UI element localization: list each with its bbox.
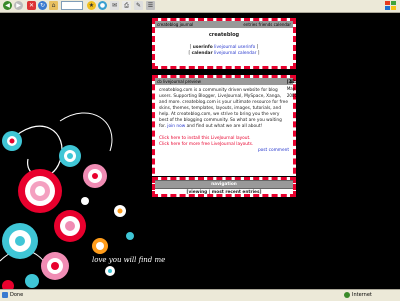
back-icon[interactable]: ◀ [3, 1, 12, 10]
page-done-icon [2, 292, 8, 298]
flower-orange-1 [92, 238, 108, 254]
flower-pink-1 [83, 164, 107, 188]
globe-icon [344, 292, 350, 298]
navigation-links[interactable]: [viewing | most recent entries] [155, 189, 293, 198]
flower-cyan-2 [59, 145, 81, 167]
navigation-header: navigation [155, 180, 293, 189]
flower-red-1 [18, 169, 62, 213]
journal-header-module: createblog journal entries friends calen… [151, 17, 297, 70]
mail-icon[interactable]: ⎙ [122, 1, 131, 10]
post-comment-link[interactable]: post comment [159, 148, 289, 154]
entry-paragraph-end: and find out what we are all about! [186, 124, 263, 129]
history-icon[interactable]: ✉ [110, 1, 119, 10]
entry-body: createblog.com is a community driven web… [155, 85, 293, 156]
browser-toolbar: ◀ ▶ ✕ ↻ ⌂ ★ ● ✉ ⎙ ✎ ☰ [0, 0, 400, 13]
flower-pink-2 [41, 252, 69, 280]
status-bar: Done Internet [0, 289, 400, 301]
module-body: createblog [ userinfo livejournal userin… [155, 28, 293, 59]
zone-text: Internet [352, 292, 372, 298]
page-content: createblog journal entries friends calen… [0, 13, 400, 289]
module-header: createblog journal entries friends calen… [155, 21, 293, 28]
entry-header: cb livejournal preview [29 May 2005 | 12… [155, 78, 310, 98]
address-bar[interactable] [61, 1, 83, 10]
entry-time: 12:31am [289, 79, 310, 84]
journal-name: createblog journal [157, 22, 194, 27]
entry-timestamp: [29 May 2005 | 12:31am] [286, 79, 310, 98]
stop-icon[interactable]: ✕ [27, 1, 36, 10]
journal-nav-links[interactable]: entries friends calendar [243, 21, 291, 28]
flower-cyan-1 [2, 131, 22, 151]
userinfo-label: userinfo [192, 45, 213, 50]
navigation-module: navigation [viewing | most recent entrie… [151, 176, 297, 198]
search-icon[interactable]: ★ [87, 1, 96, 10]
flower-cyan-3 [2, 223, 38, 259]
forward-icon[interactable]: ▶ [14, 1, 23, 10]
calendar-link[interactable]: livejournal calendar [214, 51, 256, 56]
home-icon[interactable]: ⌂ [49, 1, 58, 10]
userinfo-link[interactable]: livejournal userinfo [214, 45, 255, 50]
refresh-icon[interactable]: ↻ [38, 1, 47, 10]
calendar-label: calendar [191, 51, 213, 56]
entry-paragraph: createblog.com is a community driven web… [159, 88, 288, 129]
edit-icon[interactable]: ☰ [146, 1, 155, 10]
flower-red-2 [54, 210, 86, 242]
join-now-link[interactable]: join now [167, 124, 185, 129]
print-icon[interactable]: ✎ [134, 1, 143, 10]
windows-logo-icon [385, 1, 396, 10]
entry-title: cb livejournal preview [157, 79, 201, 84]
status-text: Done [10, 292, 24, 298]
tagline-text: love you will find me [92, 256, 166, 264]
calendar-row: [ calendar livejournal calendar ] [188, 51, 260, 56]
entry-module: cb livejournal preview [29 May 2005 | 12… [151, 74, 310, 184]
favorites-icon[interactable]: ● [98, 1, 107, 10]
